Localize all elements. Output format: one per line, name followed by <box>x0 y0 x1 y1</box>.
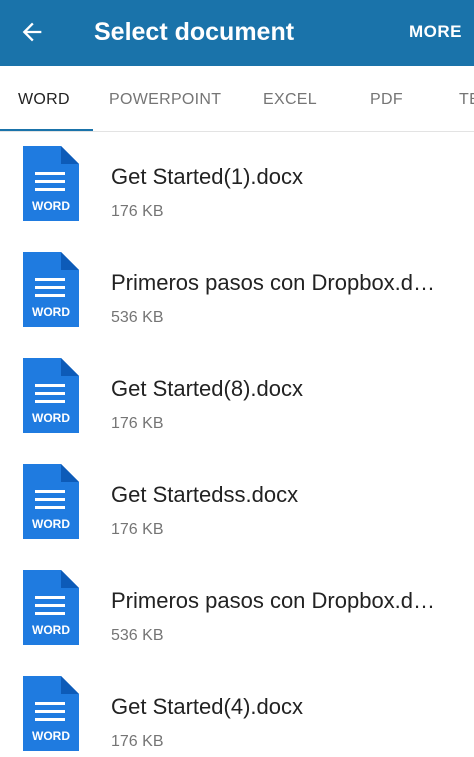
tab-excel[interactable]: EXCEL <box>263 66 317 131</box>
tab-powerpoint[interactable]: POWERPOINT <box>109 66 221 131</box>
word-icon-label: WORD <box>32 305 70 319</box>
word-document-icon: WORD <box>23 676 79 751</box>
word-document-icon: WORD <box>23 252 79 327</box>
file-size: 176 KB <box>111 521 164 538</box>
word-document-icon: WORD <box>23 570 79 645</box>
back-button[interactable] <box>14 14 50 50</box>
file-name: Get Started(8).docx <box>111 376 303 401</box>
select-document-screen: Select document MORE WORD POWERPOINT EXC… <box>0 0 474 757</box>
file-row[interactable]: WORD Get Started(8).docx 176 KB <box>0 344 474 450</box>
file-row[interactable]: WORD Get Startedss.docx 176 KB <box>0 450 474 556</box>
file-name: Get Startedss.docx <box>111 482 299 507</box>
word-document-icon: WORD <box>23 146 79 221</box>
app-bar: Select document MORE <box>0 0 474 66</box>
word-document-icon: WORD <box>23 358 79 433</box>
arrow-back-icon <box>22 22 42 42</box>
tab-pdf[interactable]: PDF <box>370 66 403 131</box>
tab-text[interactable]: TE <box>459 66 474 131</box>
word-icon-label: WORD <box>32 411 70 425</box>
file-size: 176 KB <box>111 415 164 432</box>
file-name: Get Started(4).docx <box>111 694 303 719</box>
tab-word[interactable]: WORD <box>18 66 70 131</box>
file-name: Get Started(1).docx <box>111 164 303 189</box>
file-name: Primeros pasos con Dropbox.d… <box>111 588 436 613</box>
word-icon-label: WORD <box>32 623 70 637</box>
word-document-icon: WORD <box>23 464 79 539</box>
file-row[interactable]: WORD Primeros pasos con Dropbox.d… 536 K… <box>0 238 474 344</box>
more-button[interactable]: MORE <box>409 20 462 44</box>
word-icon-label: WORD <box>32 517 70 531</box>
word-icon-label: WORD <box>32 729 70 743</box>
page-title: Select document <box>94 18 295 46</box>
file-row[interactable]: WORD Get Started(1).docx 176 KB <box>0 132 474 238</box>
file-size: 536 KB <box>111 309 164 326</box>
file-size: 536 KB <box>111 627 164 644</box>
file-size: 176 KB <box>111 733 164 750</box>
file-row[interactable]: WORD Primeros pasos con Dropbox.d… 536 K… <box>0 556 474 662</box>
file-size: 176 KB <box>111 203 164 220</box>
document-type-tabs: WORD POWERPOINT EXCEL PDF TE <box>0 66 474 132</box>
file-name: Primeros pasos con Dropbox.d… <box>111 270 436 295</box>
word-icon-label: WORD <box>32 199 70 213</box>
file-row[interactable]: WORD Get Started(4).docx 176 KB <box>0 662 474 757</box>
